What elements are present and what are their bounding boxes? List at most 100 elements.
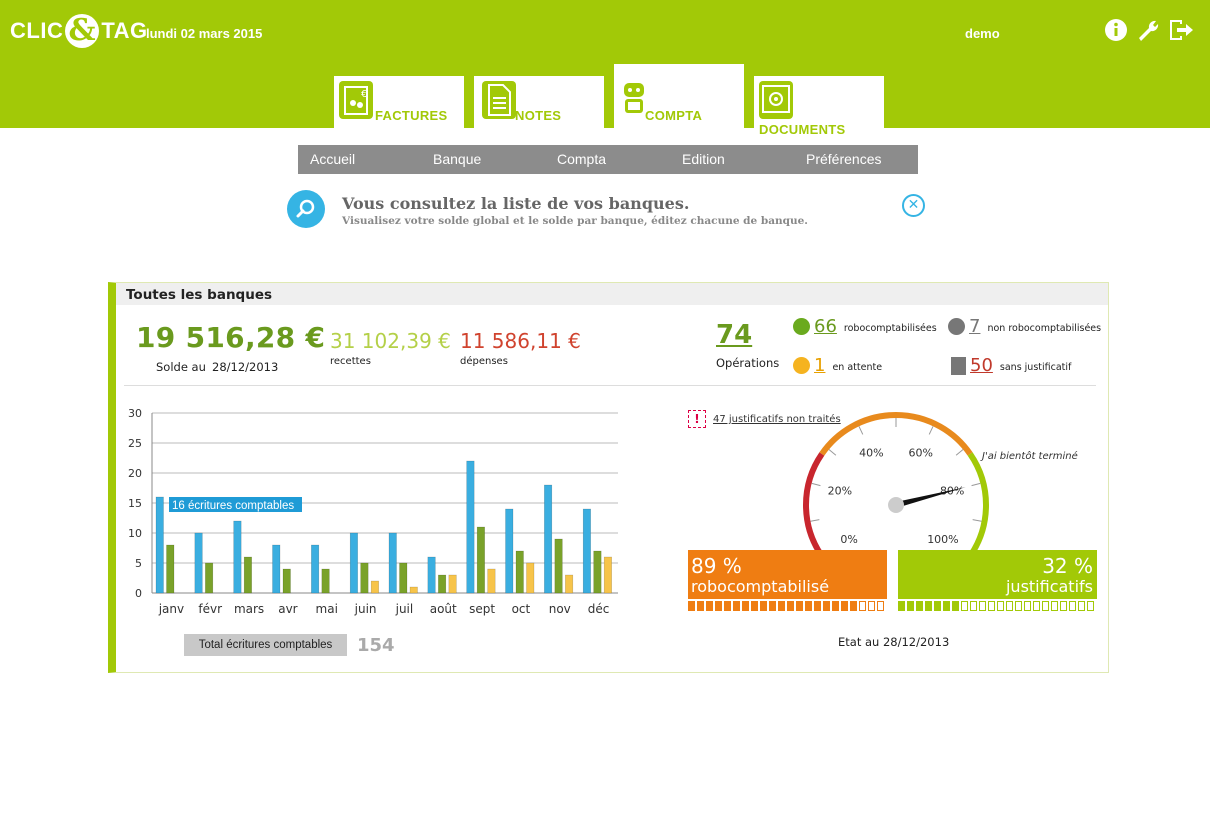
menu-item-preferences[interactable]: Préférences (806, 145, 881, 174)
progress-gauge: 0%20%40%60%80%100% (803, 412, 989, 553)
progress-square (1042, 601, 1049, 611)
gauge-hub (888, 497, 904, 513)
bar (505, 508, 514, 594)
stat-sansjust-num[interactable]: 50 (970, 355, 993, 376)
banks-panel: Toutes les banques 19 516,28 € Solde au … (108, 282, 1109, 673)
username[interactable]: demo (965, 26, 1000, 41)
tab-label: DOCUMENTS (759, 122, 846, 137)
stat-nonrobo-label: non robocomptabilisées (987, 322, 1102, 334)
stat-robo-num[interactable]: 66 (814, 316, 837, 337)
bar (360, 562, 369, 594)
info-icon[interactable] (1103, 17, 1129, 43)
x-tick-label: avr (278, 602, 297, 616)
progress-square (970, 601, 977, 611)
bar (272, 544, 281, 594)
bar (321, 568, 330, 594)
progress-square (1024, 601, 1031, 611)
tab-notes[interactable]: NOTES (474, 76, 604, 128)
bar (427, 556, 436, 594)
menu-item-compta[interactable]: Compta (557, 145, 606, 174)
gauge-band (967, 452, 989, 553)
recettes-amount: 31 102,39 € (330, 329, 451, 353)
stat-attente-label: en attente (832, 361, 883, 373)
just-percent: 32 % (1042, 554, 1093, 578)
recettes-label: recettes (330, 356, 371, 367)
operations-count[interactable]: 74 (716, 320, 752, 350)
progress-square (916, 601, 923, 611)
progress-square (778, 601, 785, 611)
progress-square (934, 601, 941, 611)
progress-square (787, 601, 794, 611)
bar (466, 460, 475, 594)
main-menu: Accueil Banque Compta Edition Préférence… (298, 145, 918, 174)
bar (409, 586, 418, 594)
progress-square (769, 601, 776, 611)
x-tick-label: sept (469, 602, 495, 616)
gauge-tick (828, 449, 837, 456)
global-balance: 19 516,28 € (136, 321, 326, 354)
invoice-icon: € (339, 81, 373, 119)
tab-factures[interactable]: € FACTURES (334, 76, 464, 128)
progress-square (823, 601, 830, 611)
progress-square (898, 601, 905, 611)
gauge-tick (971, 482, 981, 487)
wrench-icon[interactable] (1135, 17, 1161, 43)
bar (311, 544, 320, 594)
progress-square (943, 601, 950, 611)
robo-label: robocomptabilisé (691, 577, 830, 596)
robocomptabilise-box: 89 % robocomptabilisé (688, 550, 887, 599)
x-tick-label: août (430, 602, 457, 616)
progress-square (805, 601, 812, 611)
menu-item-edition[interactable]: Edition (682, 145, 725, 174)
bar (166, 544, 175, 594)
svg-text:€: € (361, 89, 367, 100)
gauge-label: 20% (828, 485, 852, 498)
app-logo[interactable]: CLIC & TAG (10, 12, 148, 50)
progress-square (988, 601, 995, 611)
menu-item-accueil[interactable]: Accueil (310, 145, 355, 174)
gauge-tick (972, 519, 982, 522)
stat-non-robocomptabilisees: 7 non robocomptabilisées (948, 316, 1101, 337)
stat-en-attente: 1 en attente (793, 355, 882, 376)
progress-square (907, 601, 914, 611)
stat-robocomptabilisees: 66 robocomptabilisées (793, 316, 937, 337)
progress-square (1069, 601, 1076, 611)
logout-icon[interactable] (1167, 17, 1195, 43)
progress-square (850, 601, 857, 611)
progress-square (760, 601, 767, 611)
progress-square (1015, 601, 1022, 611)
progress-square (751, 601, 758, 611)
operations-label: Opérations (716, 356, 780, 370)
gauge-note: J'ai bientôt terminé (982, 451, 1078, 462)
x-tick-label: juin (354, 602, 377, 616)
logo-text-right: TAG (101, 18, 148, 43)
progress-square (697, 601, 704, 611)
progress-square (814, 601, 821, 611)
close-icon[interactable]: ✕ (902, 194, 925, 217)
gauge-label: 60% (908, 447, 932, 460)
progress-square (868, 601, 875, 611)
bar (515, 550, 524, 594)
stat-attente-num[interactable]: 1 (814, 355, 825, 376)
progress-square (997, 601, 1004, 611)
tab-label: NOTES (515, 108, 562, 123)
stat-nonrobo-num[interactable]: 7 (969, 316, 980, 337)
panel-header: Toutes les banques (116, 283, 1108, 305)
bar (370, 580, 379, 594)
y-tick-label: 25 (128, 437, 142, 450)
progress-square (979, 601, 986, 611)
x-tick-label: janv (158, 602, 184, 616)
solde-label: Solde au (156, 360, 206, 374)
tab-documents[interactable]: DOCUMENTS (754, 76, 884, 137)
menu-item-banque[interactable]: Banque (433, 145, 481, 174)
progress-square (1051, 601, 1058, 611)
progress-square (796, 601, 803, 611)
tab-compta[interactable]: COMPTA (614, 64, 744, 128)
y-tick-label: 30 (128, 407, 142, 420)
progress-square (742, 601, 749, 611)
bar (554, 538, 563, 594)
bar (388, 532, 397, 594)
just-progress-squares (898, 601, 1096, 611)
progress-square (877, 601, 884, 611)
x-tick-label: nov (549, 602, 571, 616)
